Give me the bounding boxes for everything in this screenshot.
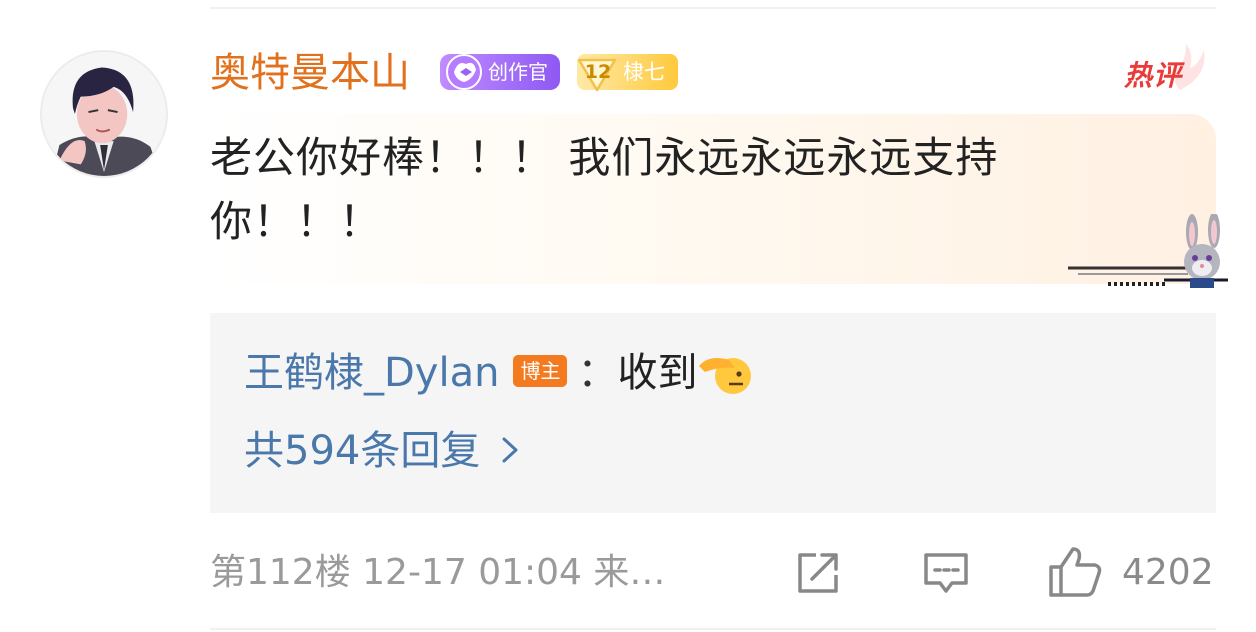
hot-comment-tag: 热评 [1120, 40, 1216, 94]
comment-text: 老公你好棒！！！ 我们永远永远永远支持你！！！ [210, 133, 999, 246]
creator-badge[interactable]: 创作官 [440, 54, 560, 90]
comment-meta: 第112楼 12-17 01:04 来… [210, 552, 666, 593]
top-divider [210, 7, 1216, 9]
more-replies-label: 共594条回复 [244, 428, 481, 474]
avatar-illustration-icon [42, 52, 166, 176]
comment-username[interactable]: 奥特曼本山 [210, 48, 410, 98]
salute-emoji-icon [699, 358, 752, 394]
fan-badge[interactable]: 12 棣七 [577, 54, 678, 92]
share-icon[interactable] [794, 549, 842, 597]
reply-preview: 王鹤棣_Dylan 博主 ：收到 [244, 346, 753, 402]
fan-level-number: 12 [584, 61, 612, 83]
more-replies-link[interactable]: 共594条回复 [244, 424, 522, 478]
chevron-right-icon [502, 437, 518, 463]
reply-colon: ： [577, 350, 618, 396]
avatar[interactable] [40, 50, 168, 178]
like-count: 4202 [1122, 552, 1214, 593]
like-icon[interactable] [1047, 545, 1103, 599]
rabbit-decoration-icon [1068, 212, 1236, 294]
comment-icon[interactable] [922, 549, 970, 597]
hot-tag-label: 热评 [1124, 59, 1183, 92]
reply-text: 收到 [617, 350, 698, 396]
bottom-divider [210, 628, 1216, 630]
creator-icon [446, 54, 482, 90]
reply-username[interactable]: 王鹤棣_Dylan [244, 350, 499, 396]
creator-badge-label: 创作官 [488, 60, 548, 84]
reply-preview-box[interactable] [210, 313, 1216, 513]
blogger-badge: 博主 [513, 355, 568, 387]
fan-badge-label: 棣七 [623, 60, 665, 84]
